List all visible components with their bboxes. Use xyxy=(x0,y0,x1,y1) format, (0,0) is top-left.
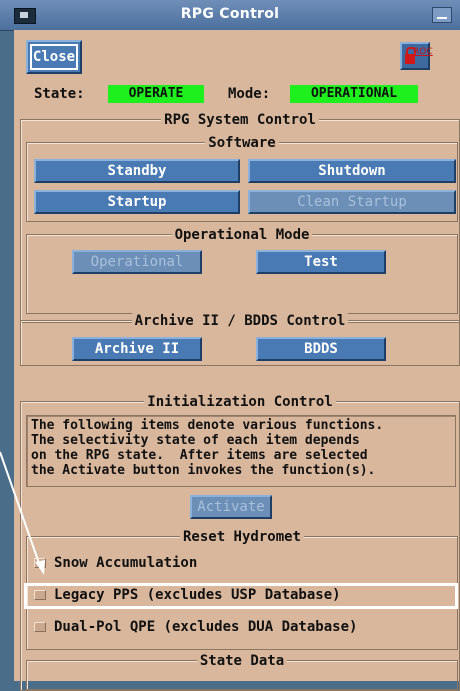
state-value: OPERATE xyxy=(108,85,204,103)
mode-label: Mode: xyxy=(228,86,271,102)
roc-button[interactable]: ROC xyxy=(400,42,433,70)
description-line: The following items denote various funct… xyxy=(31,418,384,433)
clean-startup-button[interactable]: Clean Startup xyxy=(248,190,456,214)
archive-bdds-title: Archive II / BDDS Control xyxy=(131,313,349,329)
rpg-control-panel: Close ROC State: OPERATE Mode: OPERATION… xyxy=(14,30,460,691)
window-titlebar: RPG Control xyxy=(0,0,460,31)
initialization-description: The following items denote various funct… xyxy=(26,415,456,487)
annotation-arrow xyxy=(0,451,45,575)
close-button[interactable]: Close xyxy=(26,40,82,74)
description-line: The selectivity state of each item depen… xyxy=(31,433,360,448)
operational-mode-title: Operational Mode xyxy=(171,227,313,243)
state-data-title: State Data xyxy=(196,653,288,669)
dual-pol-qpe-checkbox[interactable] xyxy=(34,622,46,632)
activate-button[interactable]: Activate xyxy=(190,495,272,519)
bdds-button[interactable]: BDDS xyxy=(256,337,386,361)
snow-accumulation-label: Snow Accumulation xyxy=(54,555,198,571)
legacy-pps-label: Legacy PPS (excludes USP Database) xyxy=(54,587,341,603)
operational-button[interactable]: Operational xyxy=(72,250,202,274)
standby-button[interactable]: Standby xyxy=(34,159,240,183)
state-label: State: xyxy=(34,86,85,102)
reset-hydromet-title: Reset Hydromet xyxy=(179,529,304,545)
startup-button[interactable]: Startup xyxy=(34,190,240,214)
software-title: Software xyxy=(205,135,279,151)
initialization-control-title: Initialization Control xyxy=(144,394,336,410)
mode-value: OPERATIONAL xyxy=(290,85,418,103)
minimize-icon[interactable] xyxy=(432,7,452,23)
archive-ii-button[interactable]: Archive II xyxy=(72,337,202,361)
test-button[interactable]: Test xyxy=(256,250,386,274)
dual-pol-qpe-label: Dual-Pol QPE (excludes DUA Database) xyxy=(54,619,358,635)
state-data-group: State Data xyxy=(26,653,458,690)
rpg-system-control-title: RPG System Control xyxy=(161,112,319,128)
description-line: the Activate button invokes the function… xyxy=(31,463,376,478)
shutdown-button[interactable]: Shutdown xyxy=(248,159,456,183)
description-line: on the RPG state. After items are select… xyxy=(31,448,368,463)
operational-mode-group: Operational Mode xyxy=(26,227,458,314)
roc-label: ROC xyxy=(413,47,433,57)
window-title: RPG Control xyxy=(180,6,280,22)
legacy-pps-checkbox[interactable] xyxy=(34,590,46,600)
